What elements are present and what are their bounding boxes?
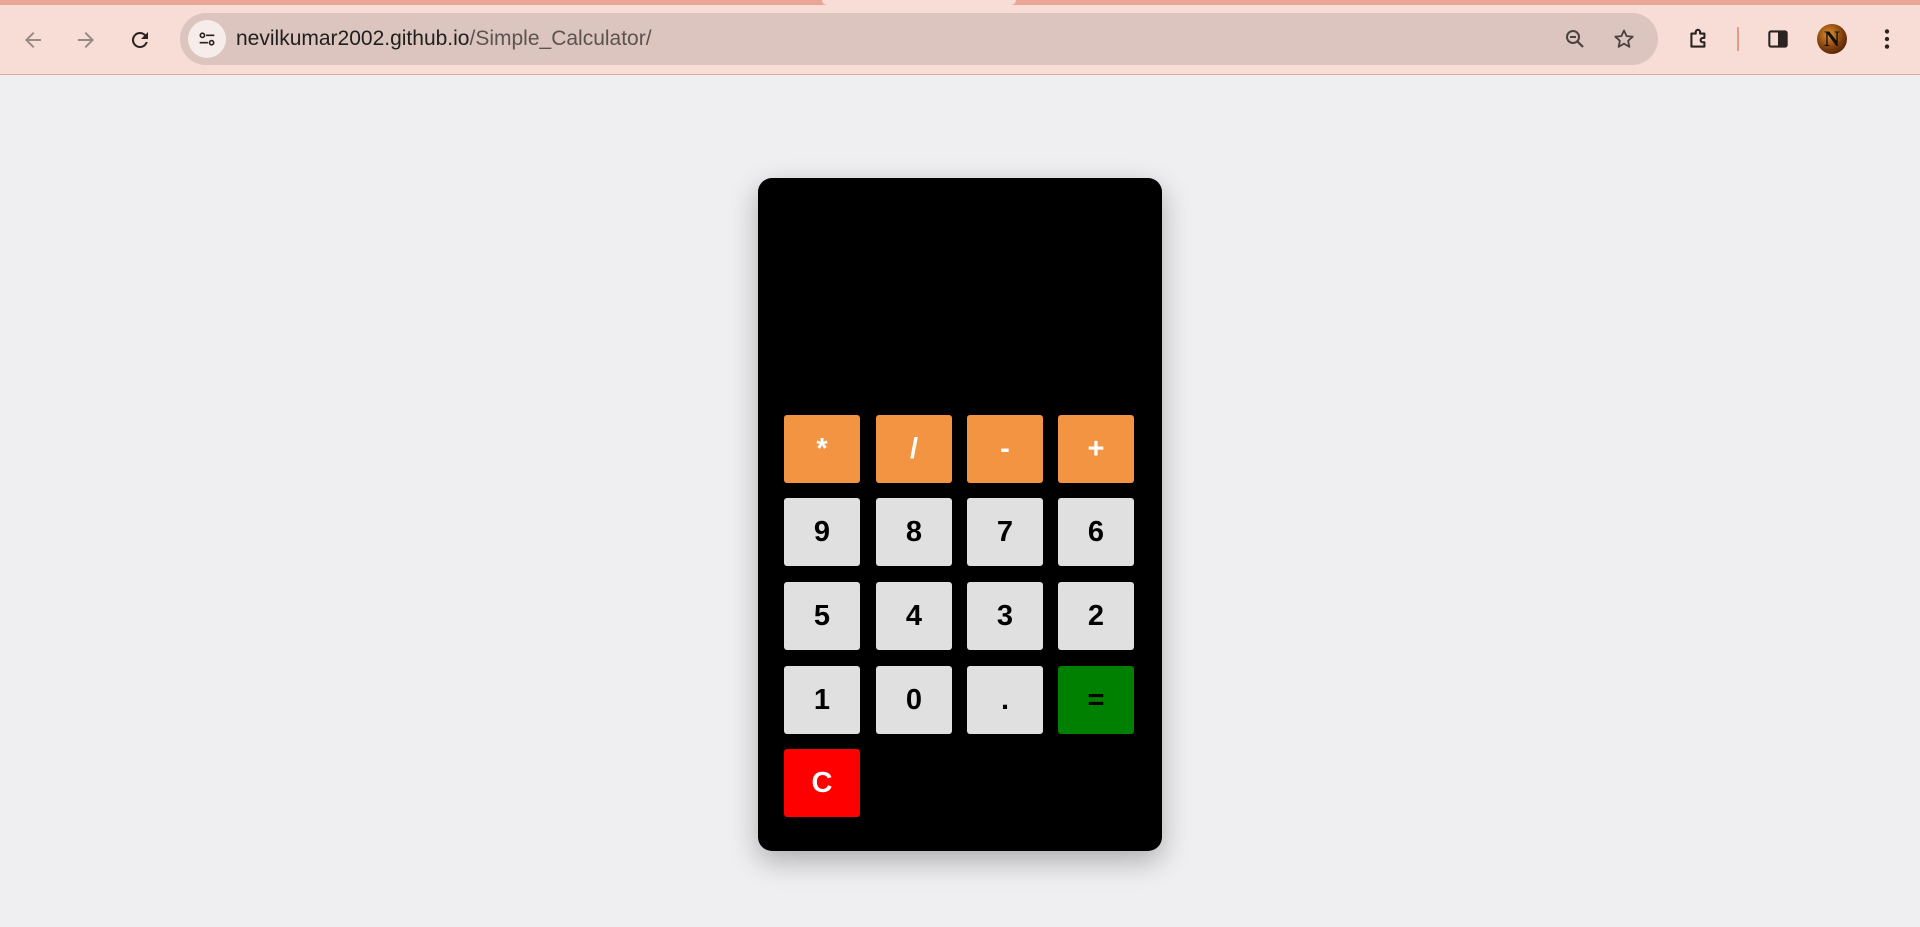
digit-2-button[interactable]: 2 — [1058, 582, 1134, 650]
digit-5-button[interactable]: 5 — [784, 582, 860, 650]
zoom-out-icon — [1566, 30, 1584, 48]
digit-4-button[interactable]: 4 — [876, 582, 952, 650]
url-text[interactable]: nevilkumar2002.github.io/Simple_Calculat… — [236, 27, 652, 51]
url-host: nevilkumar2002.github.io — [236, 27, 470, 50]
browser-menu-button[interactable] — [1870, 22, 1904, 56]
multiply-button[interactable]: * — [784, 415, 860, 483]
kebab-menu-icon — [1884, 29, 1890, 49]
digit-0-button[interactable]: 0 — [876, 666, 952, 734]
digit-8-button[interactable]: 8 — [876, 498, 952, 566]
digit-7-button[interactable]: 7 — [967, 498, 1043, 566]
tune-icon — [199, 32, 215, 46]
side-panel-icon — [1768, 30, 1788, 48]
arrow-right-icon — [78, 32, 94, 48]
divide-button[interactable]: / — [876, 415, 952, 483]
url-path: /Simple_Calculator/ — [469, 27, 652, 50]
zoom-button[interactable] — [1561, 25, 1589, 53]
star-icon — [1614, 29, 1634, 48]
back-button[interactable] — [13, 20, 53, 60]
reload-button[interactable] — [120, 20, 160, 60]
calculator-display — [784, 198, 1136, 378]
extensions-button[interactable] — [1682, 22, 1716, 56]
browser-toolbar: nevilkumar2002.github.io/Simple_Calculat… — [0, 0, 1920, 75]
digit-3-button[interactable]: 3 — [967, 582, 1043, 650]
digit-1-button[interactable]: 1 — [784, 666, 860, 734]
puzzle-icon — [1690, 28, 1706, 48]
subtract-button[interactable]: - — [967, 415, 1043, 483]
toolbar-divider — [1737, 27, 1739, 51]
calculator: * / - + 9 8 7 6 5 4 3 2 1 0 . = C — [758, 178, 1162, 851]
digit-6-button[interactable]: 6 — [1058, 498, 1134, 566]
clear-button[interactable]: C — [784, 749, 860, 817]
profile-avatar[interactable]: N — [1817, 24, 1847, 54]
arrow-left-icon — [25, 32, 41, 48]
equals-button[interactable]: = — [1058, 666, 1134, 734]
address-bar[interactable]: nevilkumar2002.github.io/Simple_Calculat… — [180, 13, 1658, 65]
reload-icon — [131, 31, 148, 48]
active-tab[interactable] — [822, 0, 1016, 5]
site-info-button[interactable] — [188, 20, 226, 58]
bookmark-button[interactable] — [1610, 25, 1638, 53]
digit-9-button[interactable]: 9 — [784, 498, 860, 566]
forward-button[interactable] — [66, 20, 106, 60]
tab-strip — [0, 0, 1920, 5]
side-panel-button[interactable] — [1761, 22, 1795, 56]
decimal-button[interactable]: . — [967, 666, 1043, 734]
add-button[interactable]: + — [1058, 415, 1134, 483]
